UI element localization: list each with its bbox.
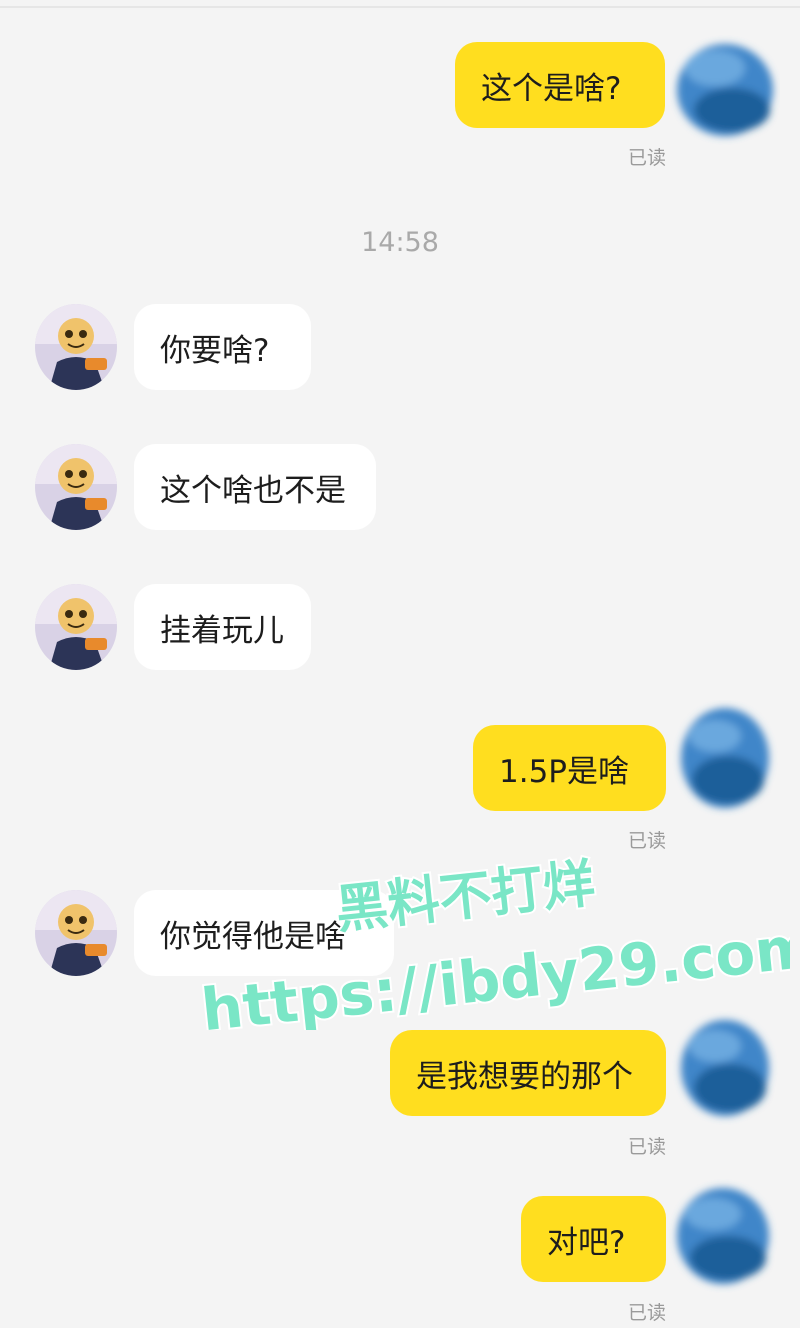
self-avatar-blurred[interactable] (670, 28, 780, 148)
incoming-message-bubble[interactable]: 这个啥也不是 (134, 444, 376, 530)
incoming-message-bubble[interactable]: 你觉得他是啥 (134, 890, 394, 976)
outgoing-message-bubble[interactable]: 是我想要的那个 (390, 1030, 666, 1116)
contact-avatar[interactable] (35, 304, 117, 390)
incoming-message-bubble[interactable]: 挂着玩儿 (134, 584, 311, 670)
read-receipt: 已读 (628, 147, 667, 169)
self-avatar-blurred[interactable] (670, 700, 780, 820)
message-text: 1.5P是啥 (499, 753, 629, 790)
outgoing-message-bubble[interactable]: 这个是啥? (455, 42, 665, 128)
message-text: 挂着玩儿 (160, 612, 284, 649)
contact-avatar[interactable] (35, 444, 117, 530)
message-text: 对吧? (547, 1224, 626, 1261)
contact-avatar[interactable] (35, 584, 117, 670)
incoming-message-bubble[interactable]: 你要啥? (134, 304, 311, 390)
self-avatar-blurred[interactable] (670, 1008, 780, 1128)
read-receipt: 已读 (628, 830, 667, 852)
message-text: 你觉得他是啥 (160, 918, 346, 955)
outgoing-message-bubble[interactable]: 1.5P是啥 (473, 725, 666, 811)
self-avatar-blurred[interactable] (668, 1176, 778, 1296)
contact-avatar[interactable] (35, 890, 117, 976)
message-text: 这个啥也不是 (160, 472, 346, 509)
message-text: 是我想要的那个 (416, 1058, 633, 1095)
timestamp-divider: 14:58 (361, 227, 439, 258)
outgoing-message-bubble[interactable]: 对吧? (521, 1196, 666, 1282)
top-divider (0, 6, 800, 8)
read-receipt: 已读 (628, 1302, 667, 1324)
message-text: 你要啥? (160, 332, 270, 369)
message-text: 这个是啥? (481, 70, 622, 107)
read-receipt: 已读 (628, 1136, 667, 1158)
